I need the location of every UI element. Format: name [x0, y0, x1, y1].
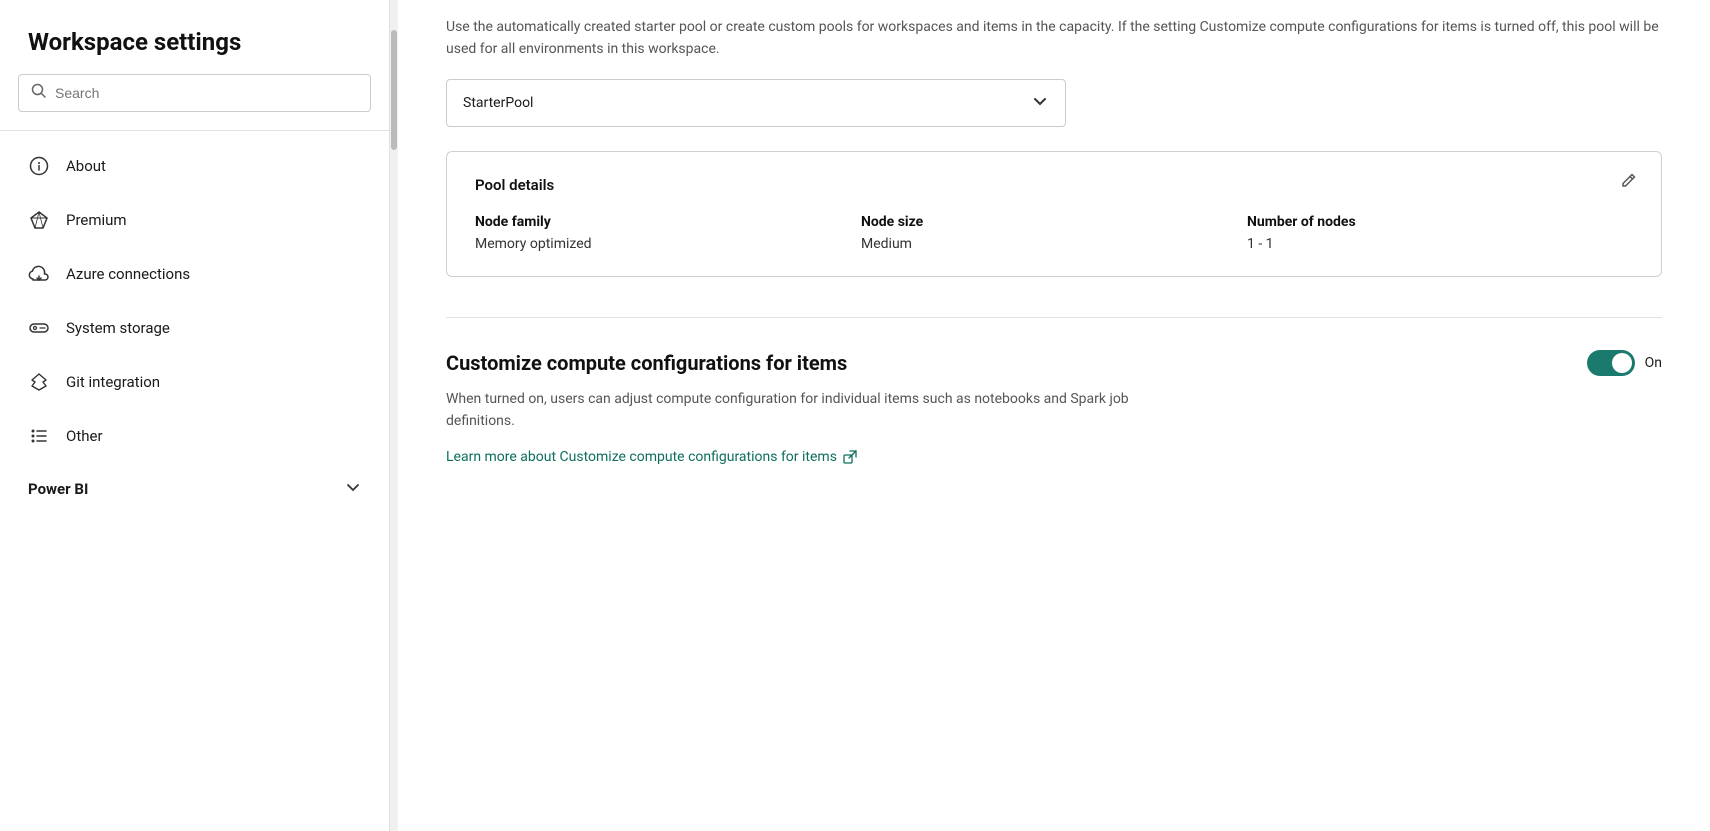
external-link-icon	[843, 450, 857, 464]
pool-dropdown-value: StarterPool	[463, 95, 533, 111]
sidebar-item-git-integration-label: Git integration	[66, 373, 160, 391]
pool-col-num-nodes: Number of nodes 1 - 1	[1247, 214, 1633, 252]
search-input[interactable]	[55, 85, 358, 101]
customize-description: When turned on, users can adjust compute…	[446, 388, 1166, 433]
pool-card-title: Pool details	[475, 176, 1633, 194]
pool-col-node-family-value: Memory optimized	[475, 236, 861, 252]
pool-col-node-size-value: Medium	[861, 236, 1247, 252]
sidebar-item-about[interactable]: About	[0, 139, 389, 193]
pool-col-num-nodes-value: 1 - 1	[1247, 236, 1633, 252]
sidebar-item-azure-connections-label: Azure connections	[66, 265, 190, 283]
cloud-icon	[28, 263, 50, 285]
sidebar-item-about-label: About	[66, 157, 106, 175]
pool-card: Pool details Node family Memory optimize…	[446, 151, 1662, 277]
sidebar: Workspace settings About	[0, 0, 390, 831]
main-content: Use the automatically created starter po…	[398, 0, 1710, 831]
pool-dropdown[interactable]: StarterPool	[446, 79, 1066, 127]
other-icon	[28, 425, 50, 447]
learn-more-text: Learn more about Customize compute confi…	[446, 449, 837, 465]
sidebar-item-premium-label: Premium	[66, 211, 127, 229]
sidebar-item-other[interactable]: Other	[0, 409, 389, 463]
toggle-container: On	[1587, 350, 1662, 376]
pool-col-node-size-header: Node size	[861, 214, 1247, 230]
pool-col-node-family: Node family Memory optimized	[475, 214, 861, 252]
sidebar-scrollbar[interactable]	[390, 0, 398, 831]
pool-card-grid: Node family Memory optimized Node size M…	[475, 214, 1633, 252]
sidebar-item-premium[interactable]: Premium	[0, 193, 389, 247]
sidebar-item-git-integration[interactable]: Git integration	[0, 355, 389, 409]
customize-toggle[interactable]	[1587, 350, 1635, 376]
search-box[interactable]	[18, 74, 371, 112]
pool-description: Use the automatically created starter po…	[446, 0, 1662, 79]
search-icon	[31, 83, 47, 103]
sidebar-item-azure-connections[interactable]: Azure connections	[0, 247, 389, 301]
sidebar-section-power-bi[interactable]: Power BI	[0, 463, 389, 515]
pool-col-node-size: Node size Medium	[861, 214, 1247, 252]
pool-col-num-nodes-header: Number of nodes	[1247, 214, 1633, 230]
diamond-icon	[28, 209, 50, 231]
git-icon	[28, 371, 50, 393]
info-circle-icon	[28, 155, 50, 177]
sidebar-divider	[0, 130, 389, 131]
pool-card-edit-button[interactable]	[1619, 172, 1637, 193]
sidebar-item-other-label: Other	[66, 427, 103, 445]
sidebar-scrollbar-thumb[interactable]	[391, 30, 397, 150]
learn-more-link[interactable]: Learn more about Customize compute confi…	[446, 449, 857, 465]
customize-title: Customize compute configurations for ite…	[446, 351, 847, 375]
chevron-down-icon	[345, 479, 361, 499]
toggle-on-label: On	[1645, 355, 1662, 371]
pool-col-node-family-header: Node family	[475, 214, 861, 230]
storage-icon	[28, 317, 50, 339]
sidebar-item-system-storage[interactable]: System storage	[0, 301, 389, 355]
power-bi-label: Power BI	[28, 480, 88, 498]
customize-header: Customize compute configurations for ite…	[446, 350, 1662, 376]
page-title: Workspace settings	[0, 0, 389, 74]
sidebar-item-system-storage-label: System storage	[66, 319, 170, 337]
customize-section: Customize compute configurations for ite…	[446, 317, 1662, 465]
chevron-down-icon	[1031, 92, 1049, 114]
